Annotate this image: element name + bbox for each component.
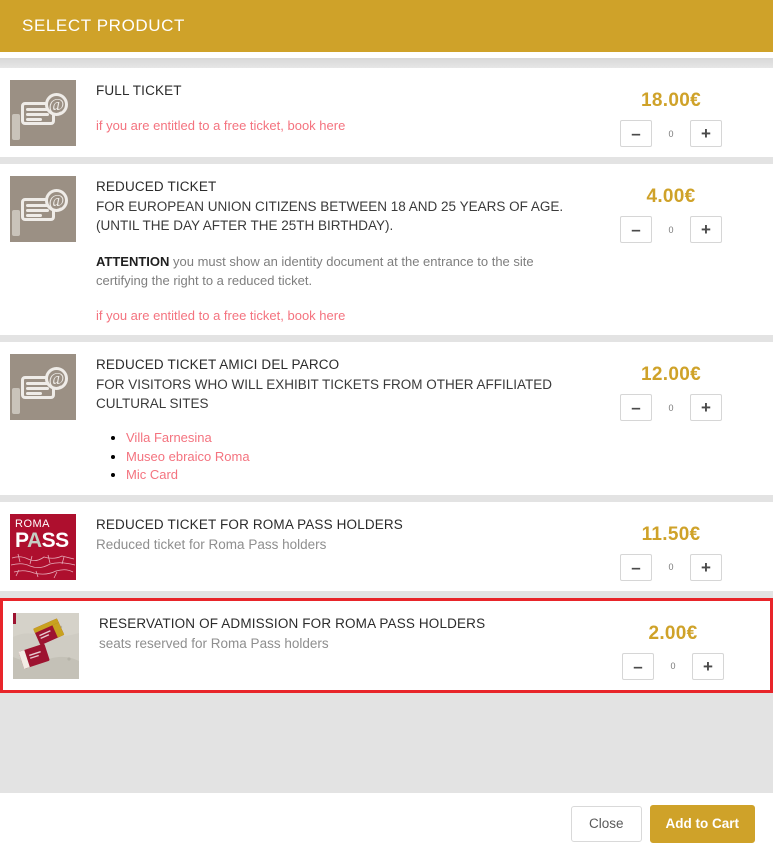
product-list: @ FULL TICKET if you are entitled to a fre… bbox=[0, 58, 773, 793]
romapass-cards-photo bbox=[13, 612, 79, 679]
list-item[interactable]: Museo ebraico Roma bbox=[126, 448, 576, 467]
quantity-value: 0 bbox=[668, 562, 674, 572]
at-symbol-icon: @ bbox=[45, 93, 68, 116]
select-product-modal: SELECT PRODUCT @ FULL TICKET if you are en… bbox=[0, 0, 773, 849]
romapass-photo bbox=[13, 612, 79, 679]
product-subtitle: FOR EUROPEAN UNION CITIZENS BETWEEN 18 A… bbox=[96, 199, 564, 233]
product-description: REDUCED TICKET FOR EUROPEAN UNION CITIZEN… bbox=[86, 174, 586, 325]
product-subtitle: Reduced ticket for Roma Pass holders bbox=[96, 536, 327, 552]
quantity-stepper[interactable]: – 0 + bbox=[586, 394, 756, 421]
add-to-cart-button[interactable]: Add to Cart bbox=[649, 805, 755, 843]
quantity-decrease-button[interactable]: – bbox=[620, 394, 652, 421]
product-title: RESERVATION OF ADMISSION FOR ROMA PASS H… bbox=[99, 615, 486, 631]
ticket-line bbox=[26, 118, 42, 121]
quantity-stepper[interactable]: – 0 + bbox=[586, 120, 756, 147]
product-price-cell: 11.50€ – 0 + bbox=[586, 512, 756, 581]
modal-footer: Close Add to Cart bbox=[0, 793, 773, 849]
quantity-stepper[interactable]: – 0 + bbox=[586, 216, 756, 243]
ticket-tab-shape bbox=[12, 210, 20, 236]
map-outline-icon bbox=[10, 553, 76, 578]
quantity-value: 0 bbox=[668, 128, 674, 139]
ticket-at-icon: @ bbox=[10, 176, 76, 242]
product-description: REDUCED TICKET AMICI DEL PARCO FOR VISITO… bbox=[86, 352, 586, 485]
product-price: 11.50€ bbox=[641, 523, 701, 545]
romapass-logo: ROMA PASS bbox=[10, 513, 76, 580]
at-symbol-icon: @ bbox=[45, 367, 68, 390]
quantity-increase-button[interactable]: + bbox=[690, 216, 722, 243]
affiliated-sites-list: Villa Farnesina Museo ebraico Roma Mic Car… bbox=[96, 429, 576, 485]
product-price-cell: 12.00€ – 0 + bbox=[586, 352, 756, 485]
attention-label: ATTENTION bbox=[96, 254, 170, 269]
affiliated-site-link[interactable]: Museo ebraico Roma bbox=[126, 449, 250, 464]
quantity-increase-button[interactable]: + bbox=[690, 120, 722, 147]
product-description: FULL TICKET if you are entitled to a free… bbox=[86, 78, 586, 147]
product-title: REDUCED TICKET AMICI DEL PARCO bbox=[96, 357, 340, 372]
quantity-value: 0 bbox=[670, 661, 676, 671]
product-thumbnail: ROMA PASS bbox=[10, 512, 86, 581]
product-subtitle: seats reserved for Roma Pass holders bbox=[99, 635, 329, 651]
quantity-decrease-button[interactable]: – bbox=[620, 120, 652, 147]
quantity-decrease-button[interactable]: – bbox=[620, 216, 652, 243]
product-thumbnail: @ bbox=[10, 174, 86, 325]
product-row[interactable]: @ REDUCED TICKET FOR EUROPEAN UNION CITIZE… bbox=[0, 164, 773, 335]
at-symbol-icon: @ bbox=[45, 189, 68, 212]
product-subtitle: FOR VISITORS WHO WILL EXHIBIT TICKETS FR… bbox=[96, 377, 553, 411]
free-ticket-link[interactable]: if you are entitled to a free ticket, bo… bbox=[96, 116, 576, 135]
close-button[interactable]: Close bbox=[570, 806, 642, 842]
quantity-increase-button[interactable]: + bbox=[692, 652, 724, 680]
quantity-increase-button[interactable]: + bbox=[690, 553, 722, 581]
product-row[interactable]: ROMA PASS REDUCED TICKET FOR ROMA PASS HOL… bbox=[0, 501, 773, 591]
product-thumbnail: @ bbox=[10, 352, 86, 485]
product-title: FULL TICKET bbox=[96, 83, 182, 98]
product-price: 18.00€ bbox=[641, 90, 701, 111]
quantity-decrease-button[interactable]: – bbox=[620, 553, 652, 581]
product-row[interactable]: @ FULL TICKET if you are entitled to a fre… bbox=[0, 68, 773, 157]
quantity-stepper[interactable]: – 0 + bbox=[588, 652, 758, 680]
product-title: REDUCED TICKET FOR ROMA PASS HOLDERS bbox=[96, 516, 403, 532]
ticket-tab-shape bbox=[12, 114, 20, 140]
product-description: RESERVATION OF ADMISSION FOR ROMA PASS H… bbox=[89, 611, 588, 680]
ticket-at-icon: @ bbox=[10, 354, 76, 420]
product-thumbnail: @ bbox=[10, 78, 86, 147]
ticket-tab-shape bbox=[12, 388, 20, 414]
product-price-cell: 18.00€ – 0 + bbox=[586, 78, 756, 147]
product-row[interactable]: @ REDUCED TICKET AMICI DEL PARCO FOR VISIT… bbox=[0, 342, 773, 495]
quantity-value: 0 bbox=[668, 402, 674, 413]
ticket-at-icon: @ bbox=[10, 80, 76, 146]
free-ticket-link[interactable]: if you are entitled to a free ticket, bo… bbox=[96, 306, 576, 325]
product-title: REDUCED TICKET bbox=[96, 179, 217, 194]
product-price: 2.00€ bbox=[648, 622, 698, 644]
product-description: REDUCED TICKET FOR ROMA PASS HOLDERS Redu… bbox=[86, 512, 586, 581]
quantity-increase-button[interactable]: + bbox=[690, 394, 722, 421]
quantity-decrease-button[interactable]: – bbox=[622, 652, 654, 680]
romapass-wordmark-top: ROMA bbox=[15, 517, 50, 530]
affiliated-site-link[interactable]: Mic Card bbox=[126, 467, 178, 482]
romapass-wordmark-main: PASS bbox=[15, 528, 69, 552]
ticket-line bbox=[26, 113, 49, 116]
page-title: SELECT PRODUCT bbox=[22, 16, 186, 35]
ticket-line bbox=[26, 392, 42, 395]
product-price-cell: 4.00€ – 0 + bbox=[586, 174, 756, 325]
modal-header: SELECT PRODUCT bbox=[0, 0, 773, 52]
ticket-line bbox=[26, 387, 49, 390]
product-thumbnail bbox=[13, 611, 89, 680]
list-item[interactable]: Villa Farnesina bbox=[126, 429, 576, 448]
product-note: ATTENTION you must show an identity docu… bbox=[96, 254, 534, 288]
quantity-value: 0 bbox=[668, 224, 674, 235]
product-price: 4.00€ bbox=[646, 186, 696, 207]
quantity-stepper[interactable]: – 0 + bbox=[586, 553, 756, 581]
list-top-divider bbox=[0, 58, 773, 68]
product-price: 12.00€ bbox=[641, 364, 701, 385]
ticket-line bbox=[26, 209, 49, 212]
affiliated-site-link[interactable]: Villa Farnesina bbox=[126, 430, 212, 445]
product-price-cell: 2.00€ – 0 + bbox=[588, 611, 758, 680]
list-item[interactable]: Mic Card bbox=[126, 466, 576, 485]
product-row[interactable]: RESERVATION OF ADMISSION FOR ROMA PASS H… bbox=[0, 597, 773, 693]
ticket-line bbox=[26, 214, 42, 217]
